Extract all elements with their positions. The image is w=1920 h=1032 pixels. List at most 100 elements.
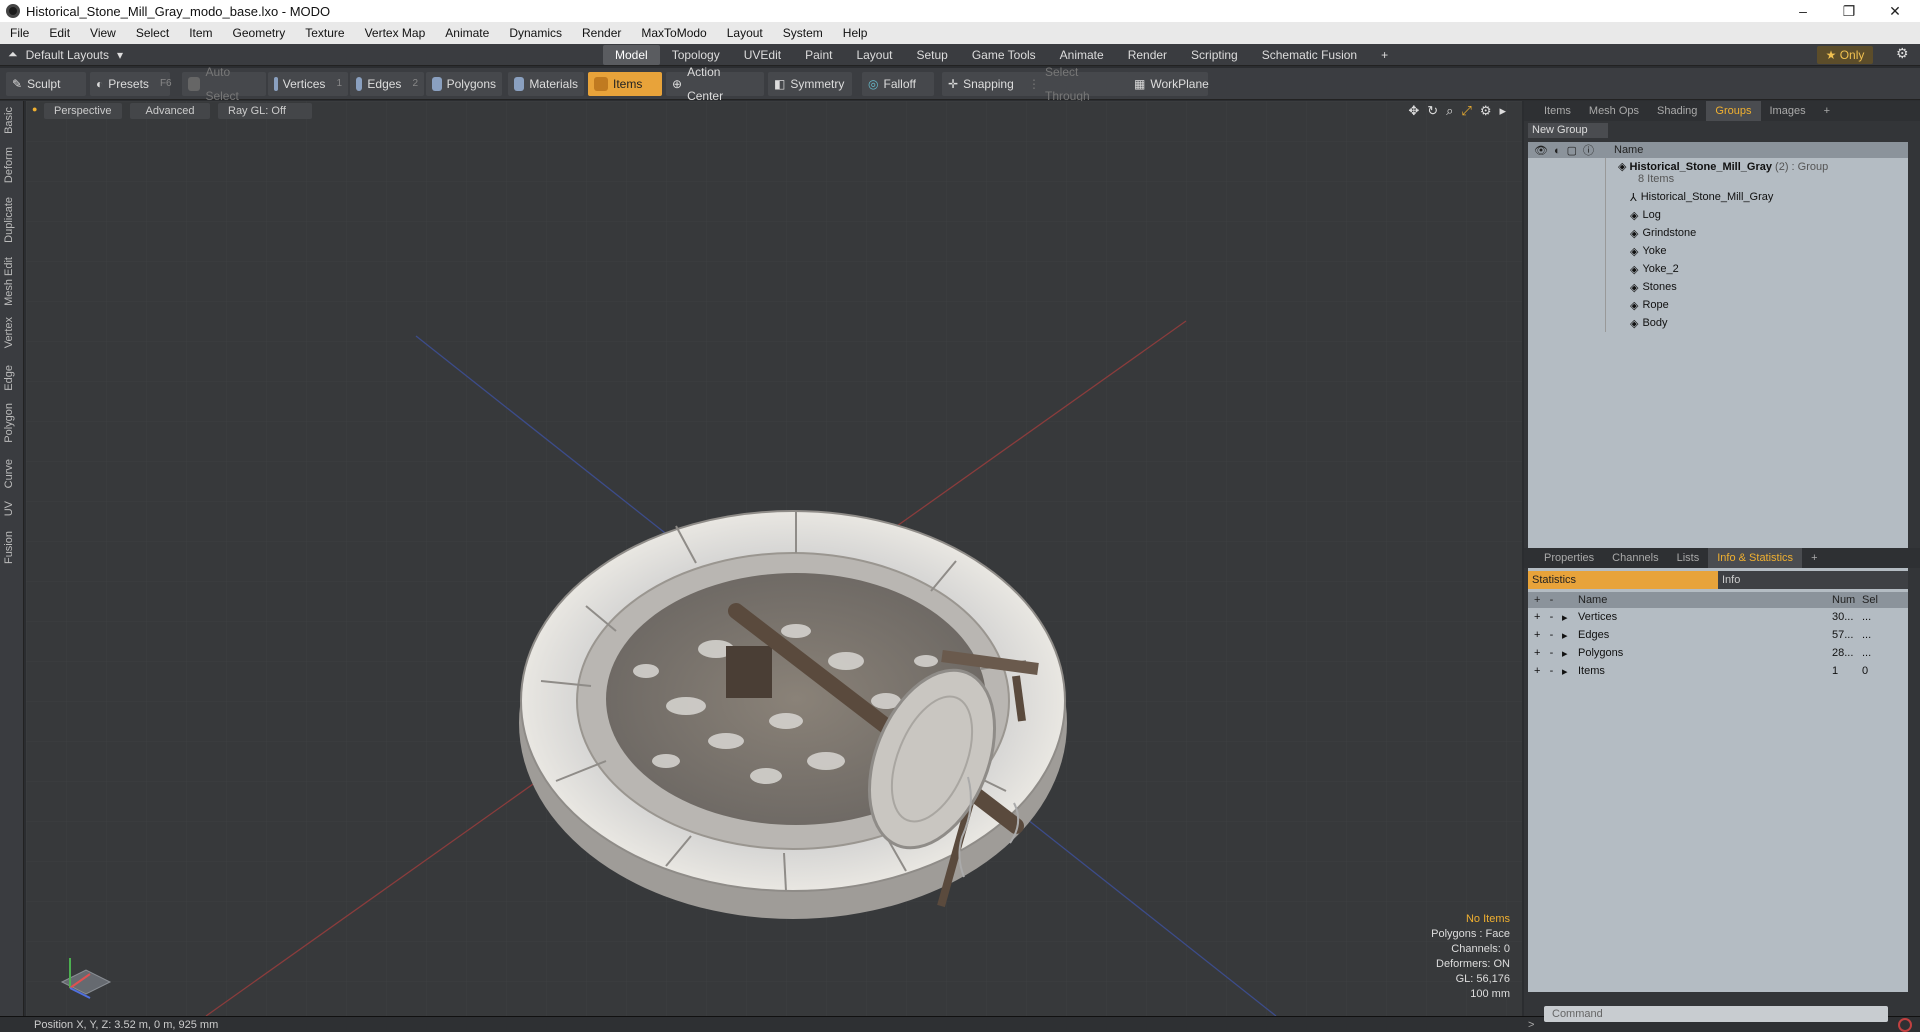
zoom-icon[interactable]: ⌕	[1446, 103, 1453, 119]
only-toggle[interactable]: ★ Only	[1817, 46, 1873, 64]
action-center-button[interactable]: ⊕ Action Center	[666, 65, 764, 103]
menu-file[interactable]: File	[0, 22, 39, 44]
tab-lists[interactable]: Lists	[1668, 548, 1709, 568]
tab-model[interactable]: Model	[603, 45, 660, 65]
tab-groups[interactable]: Groups	[1706, 101, 1761, 121]
group-row[interactable]: ◈ Historical_Stone_Mill_Gray (2) : Group…	[1528, 158, 1908, 188]
vtab-uv[interactable]: UV	[3, 501, 15, 516]
maximize-icon[interactable]: ❐	[1826, 0, 1872, 22]
presets-button[interactable]: ◐ Presets F6	[90, 72, 172, 96]
expand-arrow-icon[interactable]: ▸	[1562, 611, 1578, 624]
menu-texture[interactable]: Texture	[295, 22, 354, 44]
tab-render[interactable]: Render	[1116, 45, 1179, 65]
statistics-tab[interactable]: Statistics	[1528, 571, 1718, 589]
info-tab[interactable]: Info	[1718, 571, 1908, 589]
tab-scripting[interactable]: Scripting	[1179, 45, 1250, 65]
sculpt-button[interactable]: ✎ Sculpt	[6, 72, 86, 96]
pan-icon[interactable]: ✥	[1408, 103, 1419, 119]
menu-animate[interactable]: Animate	[435, 22, 499, 44]
menu-edit[interactable]: Edit	[39, 22, 80, 44]
falloff-button[interactable]: ◎ Falloff	[862, 72, 934, 96]
perspective-button[interactable]: Perspective	[44, 103, 122, 119]
tab-channels[interactable]: Channels	[1603, 548, 1667, 568]
tab-properties[interactable]: Properties	[1524, 548, 1603, 568]
add-tab-icon[interactable]: +	[1369, 45, 1400, 65]
vtab-vertex[interactable]: Vertex	[3, 317, 15, 348]
minimize-icon[interactable]: –	[1780, 0, 1826, 22]
menu-layout[interactable]: Layout	[717, 22, 773, 44]
list-item[interactable]: ◈ Rope	[1528, 296, 1908, 314]
materials-button[interactable]: Materials	[508, 72, 584, 96]
vtab-curve[interactable]: Curve	[3, 459, 15, 488]
add-panel-tab-icon[interactable]: +	[1802, 548, 1826, 568]
list-item[interactable]: ◈ Body	[1528, 314, 1908, 332]
polygons-button[interactable]: Polygons	[426, 72, 502, 96]
list-item[interactable]: ◈ Stones	[1528, 278, 1908, 296]
auto-select-button[interactable]: Auto Select	[182, 65, 266, 103]
snapping-button[interactable]: ✛ Snapping	[942, 72, 1026, 96]
list-item[interactable]: ◈ Yoke_2	[1528, 260, 1908, 278]
tab-images[interactable]: Images	[1761, 101, 1815, 121]
list-item[interactable]: ◈ Yoke	[1528, 242, 1908, 260]
tab-schematic-fusion[interactable]: Schematic Fusion	[1250, 45, 1369, 65]
add-panel-tab-icon[interactable]: +	[1815, 101, 1839, 121]
record-icon[interactable]	[1898, 1018, 1912, 1032]
table-row[interactable]: + - ▸ Edges 57......	[1528, 626, 1908, 644]
raygl-button[interactable]: Ray GL: Off	[218, 103, 312, 119]
table-row[interactable]: + - ▸ Vertices 30......	[1528, 608, 1908, 626]
menu-maxtomodo[interactable]: MaxToModo	[631, 22, 716, 44]
menu-view[interactable]: View	[80, 22, 126, 44]
menu-dynamics[interactable]: Dynamics	[499, 22, 572, 44]
menu-help[interactable]: Help	[833, 22, 878, 44]
vtab-deform[interactable]: Deform	[3, 147, 15, 183]
new-group-button[interactable]: New Group	[1528, 123, 1608, 138]
list-item[interactable]: ◈ Log	[1528, 206, 1908, 224]
vtab-mesh-edit[interactable]: Mesh Edit	[3, 257, 15, 306]
fit-icon[interactable]: ⤢	[1461, 103, 1471, 119]
edges-button[interactable]: Edges 2	[350, 72, 424, 96]
menu-select[interactable]: Select	[126, 22, 179, 44]
table-row[interactable]: + - ▸ Polygons 28......	[1528, 644, 1908, 662]
vtab-duplicate[interactable]: Duplicate	[3, 197, 15, 243]
items-button[interactable]: Items	[588, 72, 662, 96]
vtab-edge[interactable]: Edge	[3, 365, 15, 391]
menu-item[interactable]: Item	[179, 22, 222, 44]
locator-icon: ⅄	[1630, 191, 1637, 204]
tab-game-tools[interactable]: Game Tools	[960, 45, 1048, 65]
menu-system[interactable]: System	[773, 22, 833, 44]
close-icon[interactable]: ✕	[1872, 0, 1918, 22]
menu-geometry[interactable]: Geometry	[223, 22, 296, 44]
advanced-button[interactable]: Advanced	[130, 103, 210, 119]
3d-viewport[interactable]: ● Perspective Advanced Ray GL: Off ✥ ↻ ⌕…	[26, 101, 1522, 1016]
select-through-button[interactable]: ⋮ Select Through	[1022, 65, 1130, 103]
layout-selector[interactable]: ⏶ Default Layouts ▾	[8, 47, 123, 62]
rotate-icon[interactable]: ↻	[1427, 103, 1438, 119]
tab-paint[interactable]: Paint	[793, 45, 844, 65]
menu-render[interactable]: Render	[572, 22, 631, 44]
tab-layout[interactable]: Layout	[844, 45, 904, 65]
expand-arrow-icon[interactable]: ▸	[1499, 103, 1506, 119]
symmetry-button[interactable]: ◧ Symmetry	[768, 72, 852, 96]
vtab-basic[interactable]: Basic	[3, 107, 15, 134]
tab-info-statistics[interactable]: Info & Statistics	[1708, 548, 1803, 568]
gear-icon[interactable]: ⚙	[1896, 45, 1909, 62]
group-visibility-icons[interactable]	[1528, 158, 1606, 188]
tab-mesh-ops[interactable]: Mesh Ops	[1580, 101, 1648, 121]
list-item[interactable]: ⅄ Historical_Stone_Mill_Gray	[1528, 188, 1908, 206]
menu-vertex-map[interactable]: Vertex Map	[355, 22, 436, 44]
expand-arrow-icon[interactable]: ▸	[1562, 665, 1578, 678]
expand-arrow-icon[interactable]: ▸	[1562, 647, 1578, 660]
workplane-button[interactable]: ▦ WorkPlane	[1128, 72, 1209, 96]
viewport-settings-icon[interactable]: ⚙	[1480, 103, 1492, 119]
tab-items[interactable]: Items	[1524, 101, 1580, 121]
expand-arrow-icon[interactable]: ▸	[1562, 629, 1578, 642]
vtab-fusion[interactable]: Fusion	[3, 531, 15, 564]
command-input[interactable]: Command	[1544, 1006, 1888, 1022]
tab-setup[interactable]: Setup	[904, 45, 959, 65]
vtab-polygon[interactable]: Polygon	[3, 403, 15, 443]
tab-shading[interactable]: Shading	[1648, 101, 1706, 121]
vertices-button[interactable]: Vertices 1	[268, 72, 348, 96]
list-item[interactable]: ◈ Grindstone	[1528, 224, 1908, 242]
stone-mill-model[interactable]	[519, 510, 1067, 919]
table-row[interactable]: + - ▸ Items 1 0	[1528, 662, 1908, 680]
